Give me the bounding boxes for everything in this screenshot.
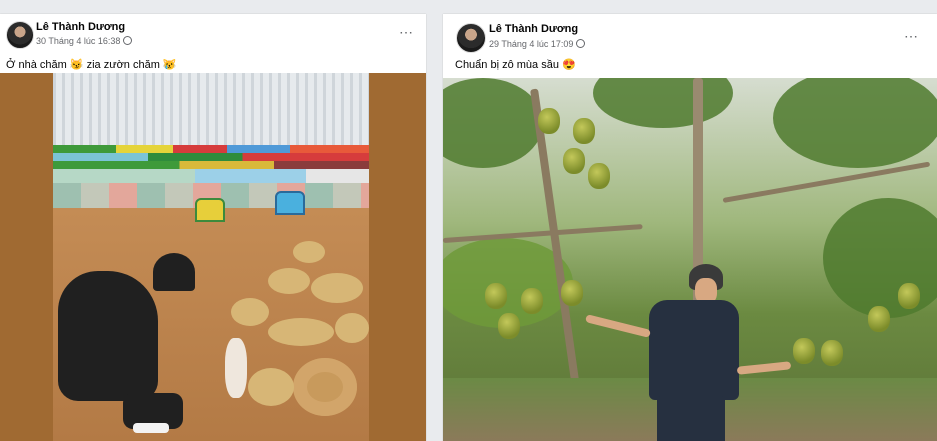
avatar[interactable] xyxy=(456,23,486,53)
post-timestamp[interactable]: 29 Tháng 4 lúc 17:09 xyxy=(489,39,573,49)
photo-man-legs xyxy=(657,396,725,441)
photo-man xyxy=(649,300,739,400)
photo-durian-orchard[interactable] xyxy=(443,78,937,441)
photo-durian xyxy=(868,306,890,332)
photo-branch xyxy=(443,224,643,243)
photo-rock xyxy=(311,273,363,303)
globe-icon xyxy=(123,36,133,45)
photo-durian xyxy=(573,118,595,144)
post-header: Lê Thành Dương 30 Tháng 4 lúc 16:38 ⋯ xyxy=(0,14,426,54)
post-caption: Ở nhà chăm 😼 zia zườn chăm 😿 xyxy=(6,59,177,71)
post-meta: 29 Tháng 4 lúc 17:09 xyxy=(489,39,586,49)
avatar[interactable] xyxy=(6,21,34,49)
photo-foliage xyxy=(773,78,937,168)
photo-person-cap xyxy=(153,253,195,291)
post-meta: 30 Tháng 4 lúc 16:38 xyxy=(36,36,133,46)
photo-foliage xyxy=(443,78,543,168)
photo-durian xyxy=(498,313,520,339)
photo-stripe xyxy=(53,161,369,169)
photo-durian xyxy=(793,338,815,364)
photo-foliage xyxy=(593,78,733,128)
photo-stripe xyxy=(53,145,369,153)
photo-rock xyxy=(268,268,310,294)
photo-foliage xyxy=(823,198,937,318)
photo-rock xyxy=(268,318,334,346)
photo-rock xyxy=(293,241,325,263)
photo-durian xyxy=(561,280,583,306)
photo-stripe xyxy=(53,169,369,183)
post-caption: Chuẩn bị zô mùa sầu 😍 xyxy=(455,59,576,71)
photo-hut xyxy=(195,198,225,222)
photo-durian xyxy=(521,288,543,314)
photo-rock xyxy=(248,368,294,406)
author-name[interactable]: Lê Thành Dương xyxy=(489,23,578,35)
post-timestamp[interactable]: 30 Tháng 4 lúc 16:38 xyxy=(36,36,120,46)
photo-shoe xyxy=(133,423,169,433)
photo-durian xyxy=(538,108,560,134)
photo-rock xyxy=(231,298,269,326)
photo-arm xyxy=(585,314,651,338)
author-name[interactable]: Lê Thành Dương xyxy=(36,21,125,33)
post-photo[interactable] xyxy=(0,73,426,441)
photo-branch xyxy=(722,161,931,203)
photo-durian xyxy=(898,283,920,309)
photo-durian xyxy=(563,148,585,174)
post-card: Lê Thành Dương 30 Tháng 4 lúc 16:38 ⋯ Ở … xyxy=(0,14,426,441)
photo-durian xyxy=(588,163,610,189)
photo-hut xyxy=(275,191,305,215)
photo-person xyxy=(58,271,158,401)
post-card: Lê Thành Dương 29 Tháng 4 lúc 17:09 ⋯ Ch… xyxy=(443,14,937,441)
photo-rabbit xyxy=(225,338,247,398)
photo-stripe xyxy=(53,153,369,161)
photo-arm xyxy=(736,361,792,375)
more-options-icon[interactable]: ⋯ xyxy=(904,28,919,45)
more-options-icon[interactable]: ⋯ xyxy=(399,24,414,41)
photo-durian xyxy=(821,340,843,366)
photo-wall xyxy=(53,73,369,145)
photo-rock xyxy=(335,313,369,343)
globe-icon xyxy=(576,39,586,48)
photo-rabbit-farm xyxy=(53,73,369,441)
photo-pipe xyxy=(293,358,357,416)
post-header: Lê Thành Dương 29 Tháng 4 lúc 17:09 ⋯ xyxy=(443,14,937,54)
photo-durian xyxy=(485,283,507,309)
